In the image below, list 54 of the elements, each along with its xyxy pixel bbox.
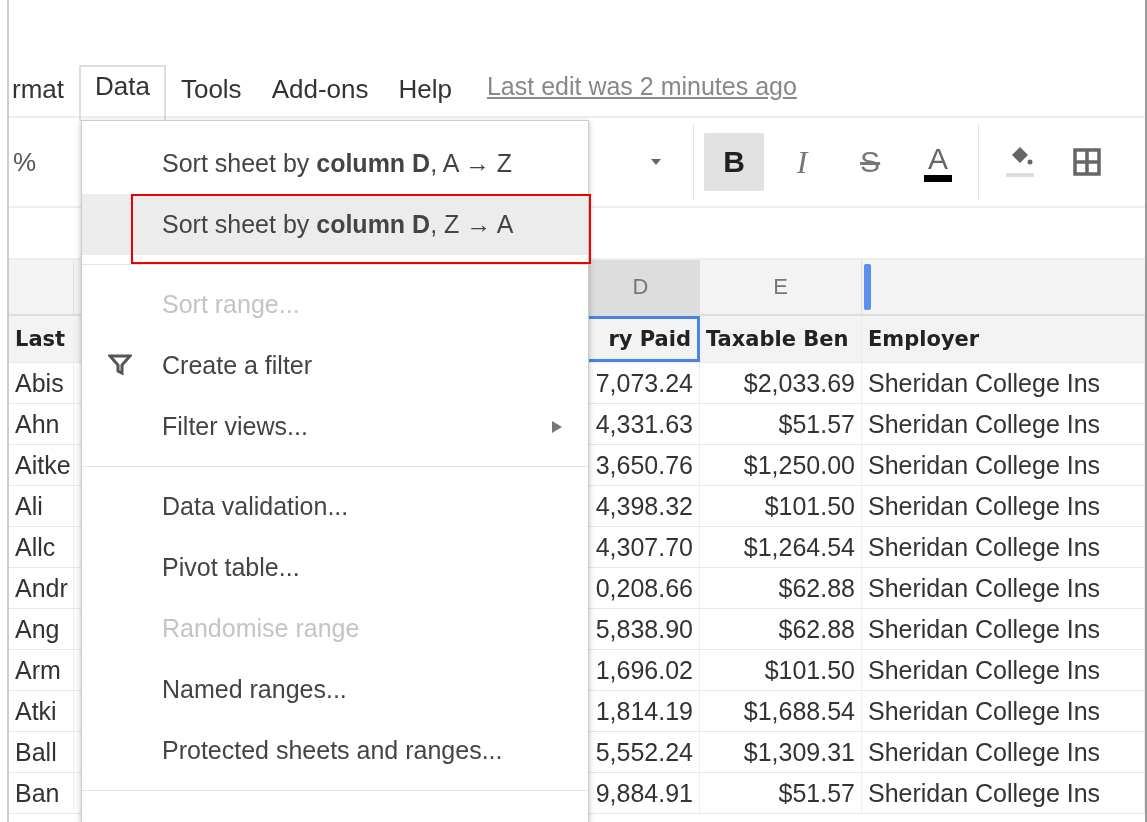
column-header[interactable]: E [700,260,862,314]
table-cell: Arm [9,650,74,690]
table-header-cell: Employer [862,316,1145,362]
table-cell: Sheridan College Ins [862,486,1145,526]
menu-tab[interactable]: Tools [165,61,257,117]
table-cell: $1,309.31 [700,732,862,772]
table-cell: Sheridan College Ins [862,568,1145,608]
textcolor-button[interactable]: A [908,133,969,191]
table-cell: Sheridan College Ins [862,527,1145,567]
table-cell: Ali [9,486,74,526]
table-cell: Atki [9,691,74,731]
grid-icon [1072,147,1103,177]
table-cell: Sheridan College Ins [862,363,1145,403]
table-cell: $2,033.69 [700,363,862,403]
table-cell: Ban [9,773,74,813]
table-cell: Sheridan College Ins [862,732,1145,772]
percent-format-button[interactable]: % [13,146,37,178]
table-cell: Sheridan College Ins [862,773,1145,813]
menu-tab[interactable]: Add-ons [256,61,384,117]
table-cell: $1,264.54 [700,527,862,567]
table-cell: Sheridan College Ins [862,650,1145,690]
table-cell: Sheridan College Ins [862,445,1145,485]
table-cell: $62.88 [700,568,862,608]
menu-tab[interactable]: rmat [9,61,79,117]
table-cell: Sheridan College Ins [862,691,1145,731]
column-resize-handle[interactable] [864,264,871,310]
strike-button[interactable]: S [840,133,901,191]
italic-button[interactable]: I [772,133,833,191]
menu-item[interactable]: Sort sheet by column D, A → Z [82,133,588,194]
table-cell: Allc [9,527,74,567]
table-cell: Ahn [9,404,74,444]
table-cell: $51.57 [700,773,862,813]
table-cell: $51.57 [700,404,862,444]
menu-tab[interactable]: Help [383,61,467,117]
table-cell: $1,250.00 [700,445,862,485]
table-cell: Aitke [9,445,74,485]
submenu-arrow-icon [552,421,562,433]
table-cell: Abis [9,363,74,403]
table-cell: Sheridan College Ins [862,404,1145,444]
table-header-cell: Last [9,316,74,362]
table-cell: $62.88 [700,609,862,649]
table-cell: Ang [9,609,74,649]
menu-item[interactable]: Sort sheet by column D, Z → A [82,194,588,255]
dropdown-caret-icon[interactable] [651,159,662,165]
table-cell: Andr [9,568,74,608]
table-cell: $101.50 [700,650,862,690]
table-cell: Ball [9,732,74,772]
bold-button[interactable]: B [704,133,765,191]
table-cell: Sheridan College Ins [862,609,1145,649]
filter-icon [108,353,132,377]
table-cell: $1,688.54 [700,691,862,731]
table-cell: $101.50 [700,486,862,526]
last-edit-link[interactable]: Last edit was 2 minutes ago [486,71,797,101]
table-header-cell: Taxable Ben [700,316,862,362]
